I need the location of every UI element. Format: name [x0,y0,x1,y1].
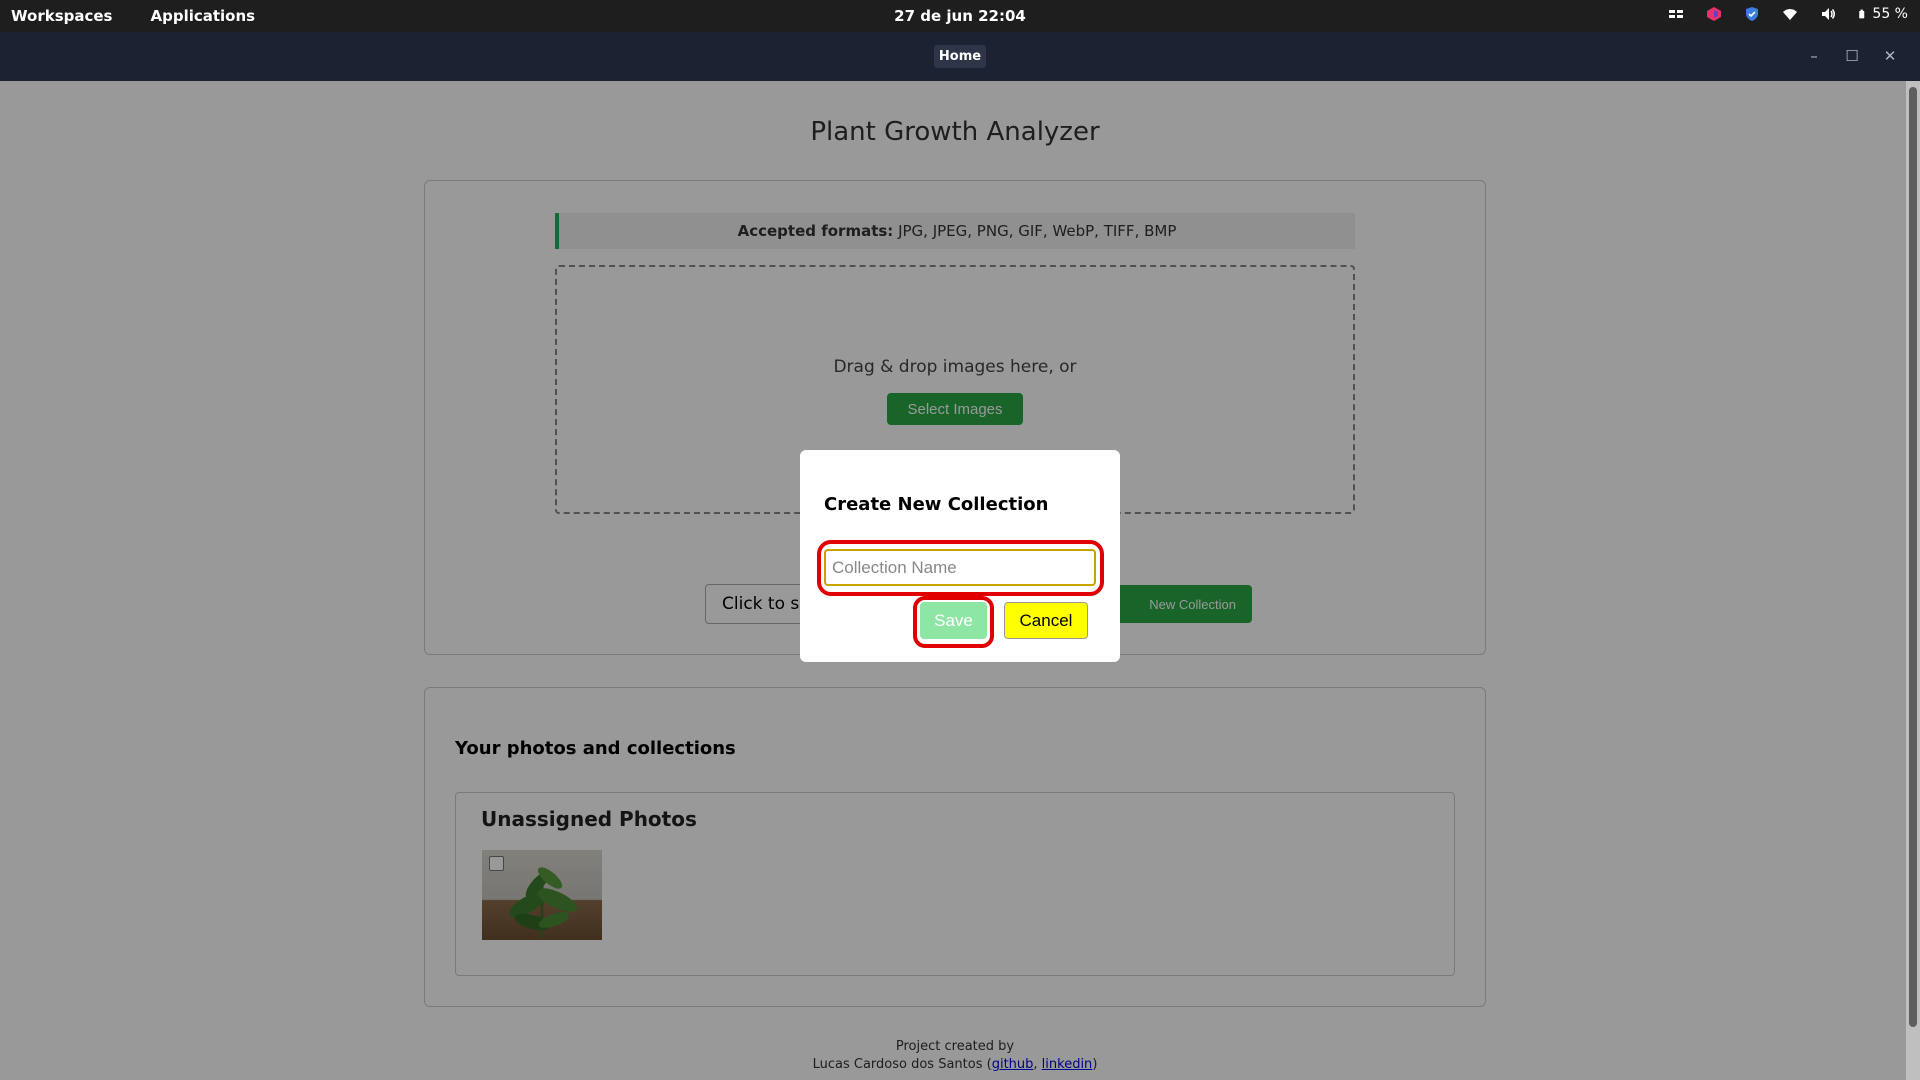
clock[interactable]: 27 de jun 22:04 [0,7,1920,25]
modal-title: Create New Collection [824,494,1049,515]
collection-name-input[interactable] [824,549,1096,586]
shield-icon[interactable] [1744,6,1760,22]
scrollbar-thumb[interactable] [1909,87,1917,1027]
volume-icon[interactable] [1820,6,1836,22]
cancel-button[interactable]: Cancel [1004,602,1088,639]
app-tray-icon[interactable] [1706,6,1722,22]
wifi-icon[interactable] [1782,6,1798,22]
battery-percentage: 55 % [1872,6,1908,22]
battery-icon[interactable] [1858,6,1868,22]
window-title-bar: Home – ☐ ✕ [0,32,1920,81]
page-scrollbar[interactable] [1906,81,1920,1080]
workspaces-menu[interactable]: Workspaces [11,7,112,25]
save-button[interactable]: Save [920,602,987,639]
applications-menu[interactable]: Applications [150,7,255,25]
app-grid-icon[interactable] [1668,6,1684,22]
create-collection-modal: Create New Collection Save Cancel [800,450,1120,662]
minimize-icon[interactable]: – [1805,47,1823,65]
window-tab-home[interactable]: Home [934,45,986,68]
system-top-bar: Workspaces Applications 27 de jun 22:04 … [0,0,1920,32]
maximize-icon[interactable]: ☐ [1843,47,1861,65]
close-icon[interactable]: ✕ [1881,47,1899,65]
